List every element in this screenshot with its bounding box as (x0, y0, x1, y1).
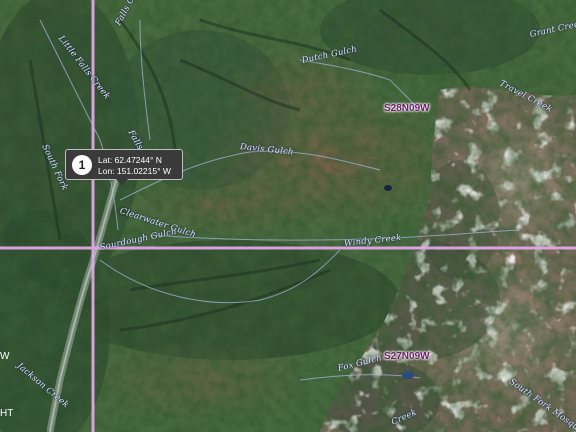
marker-longitude: Lon: 151.02215° W (98, 166, 171, 176)
grid-label-edge-west: W (0, 351, 10, 362)
grid-label-s28n09w: S28N09W (384, 103, 430, 114)
grid-label-edge-bottom: HT (0, 408, 14, 419)
location-marker-popup[interactable]: 1 Lat: 62.47244° N Lon: 151.02215° W (65, 149, 183, 186)
marker-latitude: Lat: 62.47244° N (98, 155, 162, 165)
map-view[interactable]: S28N09W S27N09W W HT Little Falls Creek … (0, 0, 576, 432)
grid-label-s27n09w: S27N09W (384, 351, 430, 362)
marker-number-badge: 1 (72, 155, 92, 175)
